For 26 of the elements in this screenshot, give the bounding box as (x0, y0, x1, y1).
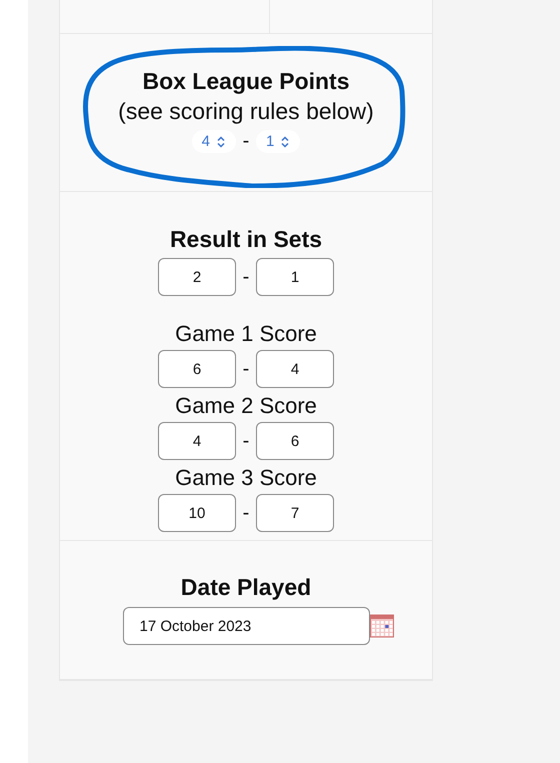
score-separator: - (242, 266, 250, 288)
section-title: Result in Sets (170, 225, 322, 254)
chevron-up-down-icon (216, 136, 226, 148)
score-field[interactable]: 2 (158, 258, 236, 296)
date-field[interactable]: 17 October 2023 (122, 607, 370, 645)
points-separator: - (242, 130, 250, 153)
game-score-label: Game 2 Score (175, 392, 317, 420)
section-title: Date Played (180, 573, 312, 602)
score-field[interactable]: 4 (158, 422, 236, 460)
section-title: Box League Points (142, 67, 350, 96)
score-field[interactable]: 6 (256, 422, 334, 460)
game-score-label: Game 1 Score (175, 320, 317, 348)
score-field[interactable]: 1 (256, 258, 334, 296)
score-separator: - (242, 502, 250, 524)
score-separator: - (242, 430, 250, 452)
score-field[interactable]: 10 (158, 494, 236, 532)
calendar-icon[interactable] (370, 614, 394, 638)
chevron-up-down-icon (280, 136, 290, 148)
game-score-label: Game 3 Score (175, 464, 317, 492)
score-separator: - (242, 358, 250, 380)
points-select[interactable]: 4 (192, 130, 236, 153)
score-field[interactable]: 4 (256, 350, 334, 388)
score-field[interactable]: 7 (256, 494, 334, 532)
score-field[interactable]: 6 (158, 350, 236, 388)
section-subtitle: (see scoring rules below) (118, 97, 374, 126)
points-select[interactable]: 1 (256, 130, 300, 153)
